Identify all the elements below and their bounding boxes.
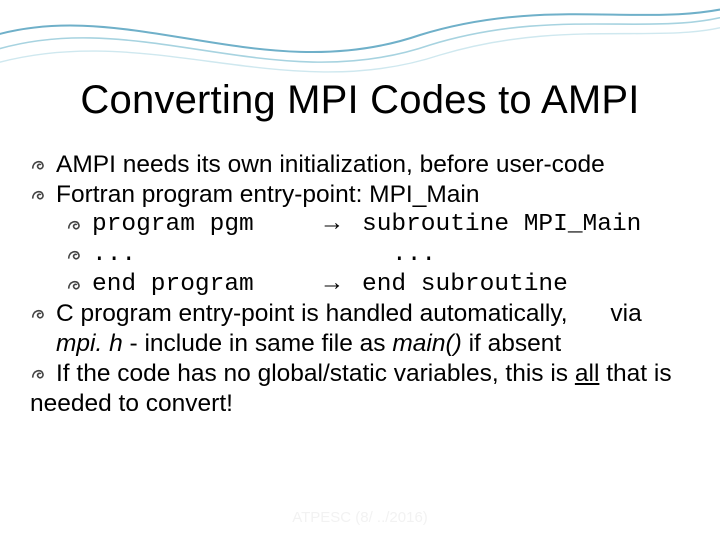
- swirl-icon: [66, 210, 92, 237]
- bullet-1: AMPI needs its own initialization, befor…: [30, 150, 690, 180]
- bullet-3-text-c: mpi. h: [56, 330, 123, 357]
- arrow-icon: →: [302, 210, 362, 240]
- slide: Converting MPI Codes to AMPI AMPI needs …: [0, 0, 720, 540]
- bullet-3: C program entry-point is handled automat…: [30, 299, 690, 359]
- code-right: subroutine MPI_Main: [362, 210, 641, 240]
- code-right: end subroutine: [362, 270, 568, 300]
- bullet-2a: program pgm → subroutine MPI_Main: [66, 210, 690, 240]
- arrow-icon: →: [302, 270, 362, 300]
- code-left: end program: [92, 270, 302, 300]
- slide-footer: ATPESC (8/ ../2016): [0, 509, 720, 526]
- code-left: program pgm: [92, 210, 302, 240]
- swirl-icon: [30, 150, 56, 177]
- bullet-3-text-a: C program entry-point is handled automat…: [56, 300, 568, 327]
- bullet-3-text-e: main(): [392, 330, 461, 357]
- swirl-icon: [30, 180, 56, 207]
- bullet-3-text-f: if absent: [462, 330, 561, 357]
- slide-body: AMPI needs its own initialization, befor…: [30, 150, 690, 419]
- bullet-4-text-a: If the code has no global/static variabl…: [56, 360, 575, 387]
- swirl-icon: [30, 299, 56, 326]
- bullet-2: Fortran program entry-point: MPI_Main: [30, 180, 690, 210]
- swirl-icon: [30, 359, 56, 386]
- code-left: ...: [92, 240, 302, 270]
- bullet-4-text-b: all: [575, 360, 600, 387]
- swirl-icon: [66, 270, 92, 297]
- bullet-3-text-b: via: [610, 300, 641, 327]
- bullet-2c: end program → end subroutine: [66, 270, 690, 300]
- bullet-3-text-d: - include in same file as: [123, 330, 393, 357]
- bullet-2b: ... ...: [66, 240, 690, 270]
- bullet-4: If the code has no global/static variabl…: [30, 359, 690, 419]
- slide-title: Converting MPI Codes to AMPI: [0, 78, 720, 123]
- code-right: ...: [362, 240, 436, 270]
- bullet-1-text: AMPI needs its own initialization, befor…: [56, 150, 605, 180]
- swirl-icon: [66, 240, 92, 267]
- bullet-2-text: Fortran program entry-point: MPI_Main: [56, 180, 479, 210]
